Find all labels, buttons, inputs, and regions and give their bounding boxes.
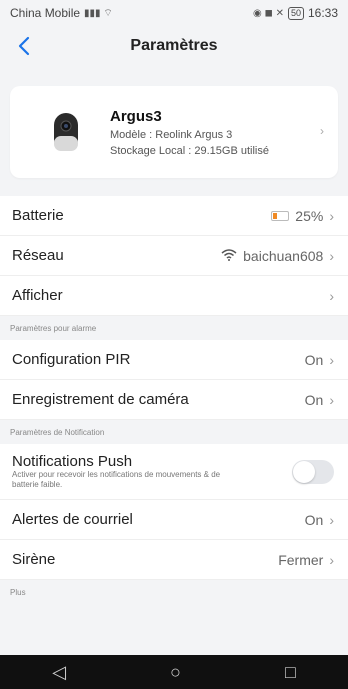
row-label: Alertes de courriel [12,511,133,528]
chevron-left-icon [18,36,30,56]
siren-value: Fermer [278,551,324,568]
chevron-right-icon: › [320,124,324,138]
camera-icon [46,112,86,152]
toggle-knob [293,460,315,483]
device-model: Modèle : Reolink Argus 3 [110,128,233,141]
email-value: On [304,511,324,528]
row-label: Afficher [12,287,63,304]
signal-icon: ▮▮▮ ⌔ [84,7,113,19]
row-label: Sirène [12,551,56,568]
battery-icon [271,210,290,221]
battery-status-icon: 50 [287,6,304,20]
back-button[interactable] [10,32,38,60]
back-nav-icon[interactable]: ◁ [52,662,66,683]
wifi-icon [221,248,237,264]
header: Paramètres [0,26,348,66]
row-recording[interactable]: Enregistrement de caméra On › [0,380,348,420]
group-label-notification: Paramètres de Notification [0,420,348,444]
network-value: baichuan608 [243,247,324,264]
row-label: Notifications Push [12,453,133,470]
row-display[interactable]: Afficher › [0,276,348,316]
system-nav-bar: ◁ ○ □ [0,655,348,689]
row-battery[interactable]: Batterie 25% › [0,196,348,236]
recording-value: On [304,391,324,408]
recents-nav-icon[interactable]: □ [285,662,296,683]
alarm-icon: ◉ ◼ ✕ [252,7,284,19]
chevron-right-icon: › [329,247,334,264]
chevron-right-icon: › [329,287,334,304]
row-push-notifications: Notifications Push Activer pour recevoir… [0,444,348,500]
page-title: Paramètres [130,37,218,54]
status-bar: China Mobile ▮▮▮ ⌔ ◉ ◼ ✕ 50 16:33 [0,0,348,26]
chevron-right-icon: › [329,391,334,408]
row-email-alerts[interactable]: Alertes de courriel On › [0,500,348,540]
carrier-label: China Mobile [10,6,81,20]
settings-list: Batterie 25% › Réseau baichuan608 › Affi… [0,196,348,604]
device-name: Argus3 [110,107,162,125]
row-pir[interactable]: Configuration PIR On › [0,340,348,380]
pir-value: On [304,351,324,368]
row-label: Réseau [12,247,64,264]
device-storage: Stockage Local : 29.15GB utilisé [110,144,269,157]
chevron-right-icon: › [329,551,334,568]
row-siren[interactable]: Sirène Fermer › [0,540,348,580]
device-card[interactable]: Argus3 Modèle : Reolink Argus 3 Stockage… [10,86,338,178]
battery-value: 25% [295,207,324,224]
push-toggle[interactable] [292,459,334,484]
group-label-alarm: Paramètres pour alarme [0,316,348,340]
row-label: Configuration PIR [12,351,131,368]
row-label: Enregistrement de caméra [12,391,189,408]
chevron-right-icon: › [329,511,334,528]
home-nav-icon[interactable]: ○ [170,662,181,683]
row-label: Batterie [12,207,64,224]
clock: 16:33 [307,6,338,20]
group-label-more: Plus [0,580,348,604]
chevron-right-icon: › [329,207,334,224]
row-network[interactable]: Réseau baichuan608 › [0,236,348,276]
chevron-right-icon: › [329,351,334,368]
push-description: Activer pour recevoir les notifications … [12,470,221,489]
